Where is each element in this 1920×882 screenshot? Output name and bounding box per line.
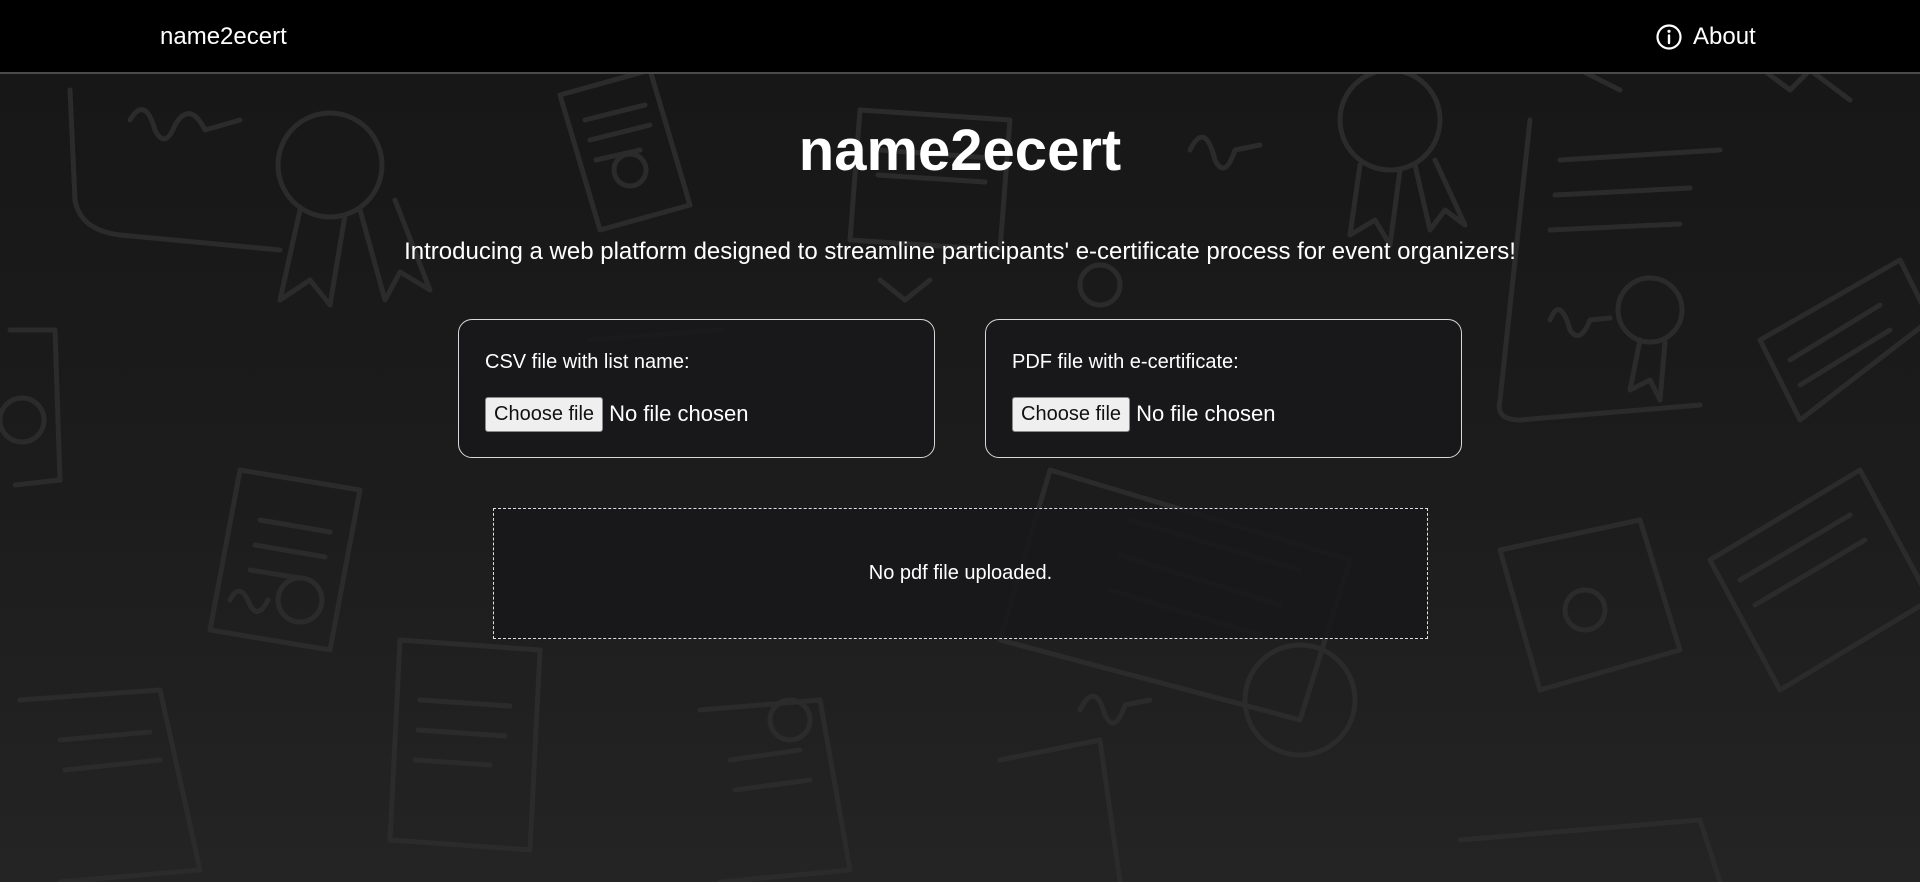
certificate-doodle-4 xyxy=(1707,257,1920,693)
info-circle-icon xyxy=(1655,23,1683,51)
about-label: About xyxy=(1693,23,1756,50)
csv-upload-label: CSV file with list name: xyxy=(485,351,690,373)
csv-file-input[interactable]: Choose file No file chosen xyxy=(485,396,748,432)
pdf-preview-area: No pdf file uploaded. xyxy=(493,508,1428,639)
pdf-file-input[interactable]: Choose file No file chosen xyxy=(1012,396,1275,432)
page-subtitle: Introducing a web platform designed to s… xyxy=(404,238,1516,265)
top-navbar: name2ecert About xyxy=(0,0,1920,74)
about-link[interactable]: About xyxy=(1655,21,1756,53)
pdf-choose-file-button[interactable]: Choose file xyxy=(1012,396,1131,432)
pdf-upload-card: PDF file with e-certificate: Choose file… xyxy=(985,319,1462,458)
certificate-doodle-6 xyxy=(17,637,853,882)
pdf-preview-message: No pdf file uploaded. xyxy=(868,562,1053,584)
csv-upload-card: CSV file with list name: Choose file No … xyxy=(458,319,935,458)
csv-choose-file-button[interactable]: Choose file xyxy=(485,396,604,432)
page: name2ecert About name2ecert Introducing … xyxy=(0,0,1920,882)
pdf-file-status: No file chosen xyxy=(1136,401,1276,426)
page-title: name2ecert xyxy=(798,118,1122,183)
pdf-upload-label: PDF file with e-certificate: xyxy=(1012,351,1239,373)
csv-file-status: No file chosen xyxy=(609,401,749,426)
certificate-doodle-8 xyxy=(587,107,1123,882)
certificate-doodle-5 xyxy=(0,327,363,653)
brand-link[interactable]: name2ecert xyxy=(160,22,287,52)
